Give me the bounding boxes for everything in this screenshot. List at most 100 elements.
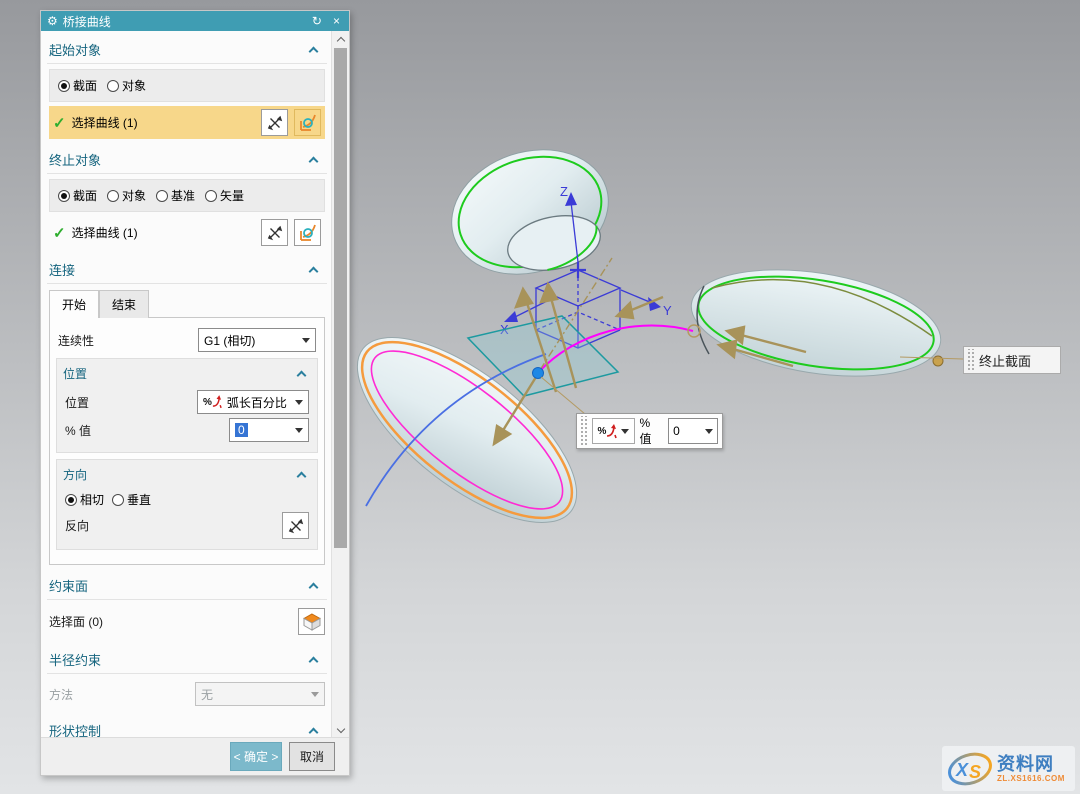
close-button[interactable]: ×: [330, 15, 343, 27]
position-method-dropdown[interactable]: % 弧长百分比: [197, 390, 309, 414]
radio-end-datum[interactable]: 基准: [156, 187, 195, 204]
collapse-chevron-icon[interactable]: [309, 656, 319, 666]
scroll-down-button[interactable]: [332, 722, 349, 737]
radius-method-label: 方法: [49, 686, 73, 703]
tab-end[interactable]: 结束: [99, 290, 149, 318]
dialog-titlebar[interactable]: ⚙ 桥接曲线 ↻ ×: [41, 11, 349, 31]
top-ellipsoid-body[interactable]: [435, 130, 624, 294]
radio-label: 基准: [171, 187, 195, 204]
curve-rule-button[interactable]: [294, 109, 321, 136]
dialog-scrollbar[interactable]: [331, 31, 349, 737]
percent-value-label: % 值: [65, 422, 91, 439]
svg-text:X: X: [955, 760, 969, 780]
collapse-chevron-icon[interactable]: [309, 727, 319, 737]
connection-tabs: 开始 结束: [49, 290, 325, 318]
radio-direction-tangent[interactable]: 相切: [65, 491, 104, 508]
continuity-label: 连续性: [58, 332, 94, 349]
curve-rule-button[interactable]: [294, 219, 321, 246]
section-title: 半径约束: [49, 650, 101, 669]
select-face-button[interactable]: [298, 608, 325, 635]
bridge-curve-dialog: ⚙ 桥接曲线 ↻ × 起始对象 截面 对象: [40, 10, 350, 776]
radio-label: 对象: [122, 187, 146, 204]
xs-logo-icon: X S: [946, 749, 994, 789]
dropdown-caret-icon: [302, 338, 310, 343]
radio-start-object[interactable]: 对象: [107, 77, 146, 94]
section-constraint-face-header[interactable]: 约束面: [47, 571, 327, 600]
reverse-direction-button[interactable]: [282, 512, 309, 539]
arc-percent-icon: %: [598, 424, 618, 439]
chevron-up-icon: [336, 36, 344, 44]
axis-label-z: Z: [560, 184, 568, 199]
radio-end-vector[interactable]: 矢量: [205, 187, 244, 204]
position-subgroup-header[interactable]: 位置: [63, 363, 311, 386]
scroll-up-button[interactable]: [332, 31, 349, 46]
section-end-object-header[interactable]: 终止对象: [47, 145, 327, 174]
left-ellipsoid-body[interactable]: [329, 305, 618, 556]
scrollbar-track[interactable]: [332, 46, 349, 722]
direction-subgroup-header[interactable]: 方向: [63, 464, 311, 487]
radio-end-section[interactable]: 截面: [58, 187, 97, 204]
collapse-chevron-icon[interactable]: [309, 156, 319, 166]
section-radius-constraint-header[interactable]: 半径约束: [47, 645, 327, 674]
reset-button[interactable]: ↻: [309, 15, 325, 27]
collapse-chevron-icon[interactable]: [297, 370, 307, 380]
radio-dot: [205, 190, 217, 202]
cancel-button[interactable]: 取消: [289, 742, 335, 771]
dropdown-caret-icon: [621, 429, 629, 434]
radio-label: 矢量: [220, 187, 244, 204]
select-face-label: 选择面 (0): [49, 613, 103, 630]
gear-icon: ⚙: [47, 14, 58, 28]
radio-start-section[interactable]: 截面: [58, 77, 97, 94]
radio-label: 对象: [122, 77, 146, 94]
watermark-url: ZL.XS1616.COM: [997, 775, 1065, 783]
deselect-swap-button[interactable]: [261, 109, 288, 136]
radio-dot: [107, 80, 119, 92]
dropdown-caret-icon: [705, 429, 713, 434]
application-window: Z X Y: [0, 0, 1080, 794]
scrollbar-thumb[interactable]: [334, 48, 347, 548]
radio-dot: [58, 80, 70, 92]
radio-direction-normal[interactable]: 垂直: [112, 491, 151, 508]
tab-start[interactable]: 开始: [49, 290, 99, 318]
radio-end-object[interactable]: 对象: [107, 187, 146, 204]
dropdown-caret-icon: [295, 400, 303, 405]
chevron-down-icon: [336, 724, 344, 732]
radio-dot: [65, 494, 77, 506]
start-select-curve-row[interactable]: ✓ 选择曲线 (1): [49, 106, 325, 139]
collapse-chevron-icon[interactable]: [309, 266, 319, 276]
section-connection-header[interactable]: 连接: [47, 255, 327, 284]
start-drag-point[interactable]: [533, 368, 544, 379]
end-section-tag[interactable]: 终止截面: [963, 346, 1061, 374]
position-subgroup: 位置 位置 % 弧长百分比: [56, 358, 318, 453]
tag-drag-handle[interactable]: [966, 349, 975, 371]
deselect-swap-button[interactable]: [261, 219, 288, 246]
radio-label: 截面: [73, 187, 97, 204]
ok-button[interactable]: < 确定 >: [230, 742, 282, 771]
collapse-chevron-icon[interactable]: [309, 582, 319, 592]
toolbar-drag-handle[interactable]: [579, 416, 588, 446]
radius-method-dropdown: 无: [195, 682, 325, 706]
end-tip-point[interactable]: [933, 356, 943, 366]
mini-percent-input[interactable]: 0: [668, 418, 718, 444]
section-title: 终止对象: [49, 150, 101, 169]
continuity-dropdown[interactable]: G1 (相切): [198, 328, 316, 352]
radio-dot: [107, 190, 119, 202]
watermark: X S 资料网 ZL.XS1616.COM: [942, 746, 1075, 791]
select-curve-label: 选择曲线 (1): [72, 224, 255, 241]
subgroup-title: 位置: [63, 365, 87, 382]
x-axis-arrowhead: [504, 311, 518, 322]
section-title: 约束面: [49, 576, 88, 595]
right-ellipsoid-body[interactable]: [684, 254, 963, 392]
dialog-title: 桥接曲线: [63, 13, 304, 30]
onscreen-mini-toolbar: % % 值 0: [576, 413, 723, 449]
section-shape-control-header[interactable]: 形状控制: [47, 716, 327, 737]
end-select-curve-row[interactable]: ✓ 选择曲线 (1): [49, 216, 325, 249]
collapse-chevron-icon[interactable]: [309, 46, 319, 56]
percent-value-input[interactable]: 0: [229, 418, 309, 442]
position-mode-button[interactable]: %: [592, 418, 636, 444]
reverse-label: 反向: [65, 517, 89, 534]
collapse-chevron-icon[interactable]: [297, 471, 307, 481]
section-start-object-header[interactable]: 起始对象: [47, 35, 327, 64]
radio-label: 截面: [73, 77, 97, 94]
dropdown-caret-icon: [311, 692, 319, 697]
